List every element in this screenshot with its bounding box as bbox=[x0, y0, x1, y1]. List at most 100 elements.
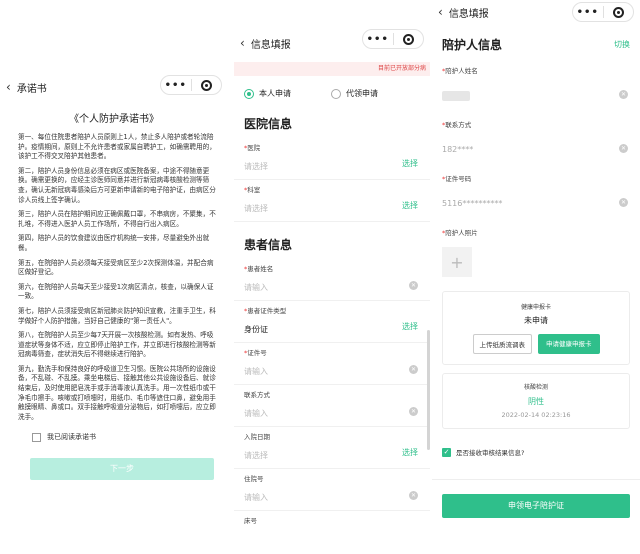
id-type-field[interactable]: *患者证件类型 身份证 选择 bbox=[234, 301, 430, 343]
companion-header: 陪护人信息 切换 bbox=[432, 24, 640, 59]
id-type-choose-link[interactable]: 选择 bbox=[402, 321, 418, 332]
radio-proxy[interactable]: 代领申请 bbox=[331, 88, 378, 99]
apply-pass-button[interactable]: 申领电子陪护证 bbox=[442, 494, 630, 518]
more-icon[interactable]: ••• bbox=[363, 34, 393, 45]
switch-link[interactable]: 切换 bbox=[614, 39, 630, 50]
radio-selected-icon bbox=[244, 88, 254, 99]
more-icon[interactable]: ••• bbox=[161, 80, 191, 91]
close-icon[interactable] bbox=[394, 33, 424, 45]
field-label: 陪护人姓名 bbox=[445, 67, 478, 75]
hospital-placeholder: 请选择 bbox=[244, 162, 268, 171]
id-value: 5116********** bbox=[442, 199, 503, 208]
clear-icon[interactable]: ✕ bbox=[409, 365, 418, 374]
companion-id-field[interactable]: *证件号码 5116********** ✕ bbox=[432, 167, 640, 221]
close-icon[interactable] bbox=[604, 6, 634, 18]
clear-icon[interactable]: ✕ bbox=[409, 407, 418, 416]
back-icon[interactable]: ‹ bbox=[438, 5, 443, 19]
mini-program-capsule: ••• bbox=[160, 75, 222, 95]
clear-icon[interactable]: ✕ bbox=[619, 198, 628, 207]
nucleic-title: 核酸检测 bbox=[523, 384, 548, 391]
hosp-no-input[interactable]: 请输入 bbox=[244, 492, 420, 503]
id-no-field[interactable]: *证件号 请输入 ✕ bbox=[234, 343, 430, 385]
paragraph: 第四，陪护人员的饮食建议由医疗机构统一安排，尽量避免外出就餐。 bbox=[18, 234, 210, 252]
commitment-panel: ‹ 承诺书 ••• 《个人防护承诺书》 第一、每位住院患者陪护人员原则上1人，禁… bbox=[0, 70, 228, 554]
back-icon[interactable]: ‹ bbox=[240, 36, 245, 50]
companion-contact-field[interactable]: *联系方式 182**** ✕ bbox=[432, 113, 640, 167]
dept-field[interactable]: *科室 请选择 选择 bbox=[234, 180, 430, 222]
hospital-field[interactable]: *医院 请选择 选择 bbox=[234, 138, 430, 180]
scrollbar[interactable] bbox=[427, 330, 430, 450]
info-form-panel: ‹ 信息填报 ••• 目前已开放部分病 本人申请 代领申请 医院信息 *医院 请… bbox=[234, 0, 430, 554]
radio-self[interactable]: 本人申请 bbox=[244, 88, 291, 99]
more-icon[interactable]: ••• bbox=[573, 7, 603, 18]
field-label: 患者姓名 bbox=[247, 265, 274, 273]
next-button[interactable]: 下一步 bbox=[30, 458, 214, 481]
clear-icon[interactable]: ✕ bbox=[409, 491, 418, 500]
admit-date-field[interactable]: 入院日期 请选择 选择 bbox=[234, 427, 430, 469]
field-label: 证件号 bbox=[247, 349, 267, 357]
companion-name-field[interactable]: *陪护人姓名 ✕ bbox=[432, 59, 640, 113]
section-title-hospital: 医院信息 bbox=[244, 117, 293, 131]
field-label: 床号 bbox=[244, 517, 257, 525]
patient-name-field[interactable]: *患者姓名 请输入 ✕ bbox=[234, 259, 430, 301]
field-label: 证件号码 bbox=[445, 175, 472, 183]
checked-icon[interactable]: ✓ bbox=[442, 447, 451, 457]
nucleic-test-card: 核酸检测 阴性 2022-02-14 02:23:16 bbox=[442, 373, 630, 429]
field-label: 科室 bbox=[247, 186, 261, 194]
nav-bar: ‹ 信息填报 ••• bbox=[432, 0, 640, 24]
page-title: 信息填报 bbox=[250, 39, 291, 51]
radio-label: 本人申请 bbox=[259, 89, 291, 98]
field-label: 联系方式 bbox=[244, 391, 270, 399]
hosp-no-field[interactable]: 住院号 请输入 ✕ bbox=[234, 469, 430, 511]
field-label: 患者证件类型 bbox=[247, 307, 287, 315]
health-card: 健康申报卡 未申请 上传纸质流调表 申请健康申报卡 bbox=[442, 291, 630, 365]
dept-choose-link[interactable]: 选择 bbox=[402, 200, 418, 211]
back-icon[interactable]: ‹ bbox=[6, 80, 11, 94]
agree-label: 我已阅读承诺书 bbox=[47, 433, 96, 442]
health-card-title: 健康申报卡 bbox=[520, 304, 551, 311]
section-title-patient: 患者信息 bbox=[244, 238, 293, 252]
clear-icon[interactable]: ✕ bbox=[619, 144, 628, 153]
document-title: 《个人防护承诺书》 bbox=[69, 114, 159, 125]
plus-icon: + bbox=[450, 252, 464, 272]
bed-no-field[interactable]: 床号 bbox=[234, 511, 430, 553]
section-title: 陪护人信息 bbox=[442, 38, 503, 52]
health-card-status: 未申请 bbox=[524, 316, 548, 325]
close-icon[interactable] bbox=[192, 79, 222, 91]
clear-icon[interactable]: ✕ bbox=[409, 281, 418, 290]
radio-label: 代领申请 bbox=[346, 89, 378, 98]
divider bbox=[432, 479, 640, 480]
companion-photo-field: *陪护人照片 + bbox=[432, 221, 640, 283]
add-photo-button[interactable]: + bbox=[442, 247, 472, 277]
contact-input[interactable]: 请输入 bbox=[244, 408, 420, 419]
agree-checkbox[interactable] bbox=[32, 432, 41, 442]
paragraph: 第六，在院陪护人员每天至少接受1次病区清点，核查，以确保人证一致。 bbox=[18, 282, 214, 301]
nav-bar: ‹ 信息填报 ••• bbox=[234, 0, 430, 62]
nucleic-time: 2022-02-14 02:23:16 bbox=[501, 411, 571, 419]
agree-row[interactable]: 我已阅读承诺书 bbox=[0, 432, 228, 442]
clear-icon[interactable]: ✕ bbox=[619, 90, 628, 99]
paragraph: 第三，陪护人员在陪护期间应正确佩戴口罩，不串病房，不聚集，不扎堆，不得进入医护人… bbox=[18, 210, 216, 228]
field-label: 联系方式 bbox=[445, 121, 472, 129]
field-label: 陪护人照片 bbox=[445, 229, 478, 237]
apply-health-card-button[interactable]: 申请健康申报卡 bbox=[538, 334, 600, 354]
id-type-value: 身份证 bbox=[244, 325, 268, 334]
apply-type-radio-group: 本人申请 代领申请 bbox=[234, 76, 430, 107]
dept-placeholder: 请选择 bbox=[244, 204, 268, 213]
sms-consent-row[interactable]: ✓ 是否接收审核结果信息? bbox=[432, 437, 640, 467]
radio-icon bbox=[331, 88, 341, 99]
paragraph: 第五，在院陪护人员必须每天接受病区至少2次探测体温，并配合病区做好登记。 bbox=[18, 258, 214, 277]
admit-date-placeholder: 请选择 bbox=[244, 451, 268, 460]
patient-name-input[interactable]: 请输入 bbox=[244, 282, 420, 293]
admit-date-choose-link[interactable]: 选择 bbox=[402, 447, 418, 458]
contact-value: 182**** bbox=[442, 145, 474, 154]
mini-program-capsule: ••• bbox=[572, 2, 634, 22]
sms-label: 是否接收审核结果信息? bbox=[456, 449, 525, 457]
upload-form-button[interactable]: 上传纸质流调表 bbox=[472, 334, 532, 354]
hospital-choose-link[interactable]: 选择 bbox=[402, 158, 418, 169]
contact-field[interactable]: 联系方式 请输入 ✕ bbox=[234, 385, 430, 427]
id-no-input[interactable]: 请输入 bbox=[244, 366, 420, 377]
nucleic-result: 阴性 bbox=[528, 397, 544, 406]
mini-program-capsule: ••• bbox=[362, 29, 424, 49]
field-label: 住院号 bbox=[244, 475, 264, 483]
